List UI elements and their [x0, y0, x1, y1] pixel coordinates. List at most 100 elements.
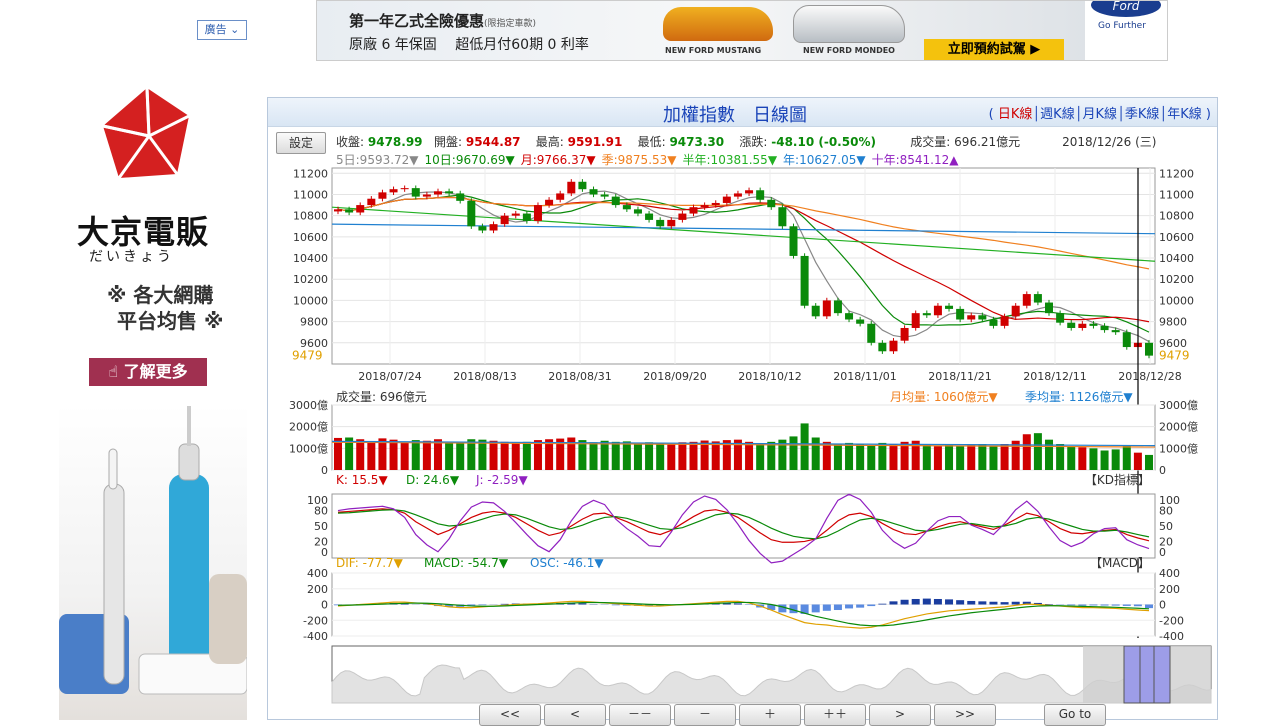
- macd-tag: 【MACD】: [1090, 556, 1150, 570]
- kd-ytick-right: 50: [1159, 520, 1173, 533]
- nav-button-4[interactable]: ＋: [739, 704, 801, 726]
- osc-bar: [1112, 605, 1120, 606]
- side-banner-ad[interactable]: 大京電販 だいきょう ※ 各大網購 平台均售 ※ ☝ 了解更多: [59, 74, 247, 720]
- candle-body: [1101, 326, 1109, 330]
- macd-osc-label: OSC: -46.1▼: [530, 556, 604, 570]
- candle-body: [1023, 294, 1031, 306]
- volume-bar: [1067, 446, 1075, 470]
- volume-bar: [1023, 434, 1031, 470]
- volume-bar: [667, 444, 675, 470]
- ad-label[interactable]: 廣告 ⌄: [197, 20, 247, 40]
- volume-bar: [756, 444, 764, 470]
- price-ytick-left: 9800: [300, 316, 328, 329]
- volume-ytick-right: 1000億: [1159, 442, 1198, 455]
- osc-bar: [1145, 605, 1153, 609]
- nav-button-0[interactable]: <<: [479, 704, 541, 726]
- volume-bar: [445, 442, 453, 470]
- price-ytick-left: 11000: [293, 188, 328, 201]
- candle-body: [401, 188, 409, 189]
- nav-button-5[interactable]: ＋＋: [804, 704, 866, 726]
- price-ytick-right: 10000: [1159, 294, 1194, 307]
- nav-button-6[interactable]: >: [869, 704, 931, 726]
- macd-ytick-left: -400: [303, 630, 328, 643]
- candle-body: [1112, 330, 1120, 332]
- price-ytick-left: 10400: [293, 252, 328, 265]
- nav-button-3[interactable]: －: [674, 704, 736, 726]
- price-xtick: 2018/11/21: [928, 370, 991, 383]
- price-ytick-left: 10200: [293, 273, 328, 286]
- banner-headline: 第一年乙式全險優惠(限指定車款): [349, 10, 536, 31]
- kd-j-label: J: -2.59▼: [475, 473, 528, 487]
- macd-ytick-left: -200: [303, 614, 328, 627]
- volume-ytick-left: 1000億: [289, 442, 328, 455]
- ford-logo: Ford Go Further: [1085, 1, 1168, 61]
- candle-body: [345, 209, 353, 212]
- candle-body: [789, 226, 797, 256]
- kd-ytick-left: 50: [314, 520, 328, 533]
- osc-bar: [845, 605, 853, 609]
- candle-body: [512, 214, 520, 216]
- candle-body: [634, 209, 642, 213]
- side-ad-slogan: ※ 各大網購 平台均售 ※: [97, 282, 223, 334]
- volume-bar: [645, 442, 653, 470]
- volume-bar: [956, 446, 964, 470]
- candle-body: [334, 209, 342, 211]
- osc-bar: [856, 605, 864, 608]
- macd-ytick-left: 0: [321, 599, 328, 612]
- osc-bar: [1078, 605, 1086, 606]
- volume-bar: [745, 442, 753, 470]
- macd-ytick-left: 200: [307, 583, 328, 596]
- top-banner-ad[interactable]: 第一年乙式全險優惠(限指定車款) 原廠 6 年保固 超低月付60期 0 利率 N…: [316, 0, 1168, 61]
- price-ytick-right: 10200: [1159, 273, 1194, 286]
- candle-body: [601, 194, 609, 196]
- osc-bar: [889, 601, 897, 604]
- last-close-right: 9479: [1159, 349, 1190, 363]
- volume-bar: [1123, 445, 1131, 470]
- candle-body: [578, 182, 586, 189]
- volume-bar: [612, 442, 620, 470]
- volume-bar: [1034, 433, 1042, 470]
- nav-button-8[interactable]: Go to: [1044, 704, 1106, 726]
- osc-bar: [989, 602, 997, 605]
- volume-ytick-left: 0: [321, 464, 328, 477]
- price-ytick-right: 9800: [1159, 316, 1187, 329]
- volume-ytick-left: 2000億: [289, 421, 328, 434]
- price-xtick: 2018/10/12: [738, 370, 801, 383]
- book-test-drive-button[interactable]: 立即預約試駕 ▶: [924, 39, 1064, 61]
- nav-button-2[interactable]: －－: [609, 704, 671, 726]
- candle-body: [1012, 306, 1020, 317]
- price-ytick-right: 11000: [1159, 188, 1194, 201]
- candle-body: [701, 205, 709, 207]
- volume-bar: [656, 443, 664, 470]
- kd-ytick-left: 0: [321, 546, 328, 559]
- osc-bar: [978, 601, 986, 604]
- price-ytick-right: 10800: [1159, 210, 1194, 223]
- nav-button-1[interactable]: <: [544, 704, 606, 726]
- candle-body: [978, 315, 986, 319]
- candle-body: [767, 200, 775, 207]
- volume-bar: [1112, 449, 1120, 470]
- learn-more-button[interactable]: ☝ 了解更多: [89, 358, 207, 386]
- volume-bar: [501, 442, 509, 470]
- volume-header: 成交量: 696億元: [336, 389, 427, 404]
- osc-bar: [1123, 605, 1131, 606]
- volume-bar: [678, 442, 686, 470]
- candle-body: [923, 313, 931, 315]
- side-ad-kana: だいきょう: [89, 246, 174, 266]
- candle-body: [612, 197, 620, 205]
- volume-bar: [1056, 444, 1064, 470]
- mustang-car-image: [663, 7, 773, 41]
- candle-body: [878, 343, 886, 351]
- volume-bar: [823, 442, 831, 470]
- macd-ytick-right: 0: [1159, 599, 1166, 612]
- volume-plot-area: [332, 405, 1155, 470]
- candle-body: [901, 328, 909, 341]
- candle-body: [623, 205, 631, 209]
- price-ytick-left: 11200: [293, 167, 328, 180]
- stock-chart-panel: 加權指數 日線圖 ( 日K線│週K線│月K線│季K線│年K線 ) 設定 收盤: …: [267, 97, 1218, 720]
- volume-bar: [467, 439, 475, 470]
- candle-body: [778, 207, 786, 226]
- candle-body: [812, 306, 820, 317]
- nav-button-7[interactable]: >>: [934, 704, 996, 726]
- volume-ytick-right: 2000億: [1159, 421, 1198, 434]
